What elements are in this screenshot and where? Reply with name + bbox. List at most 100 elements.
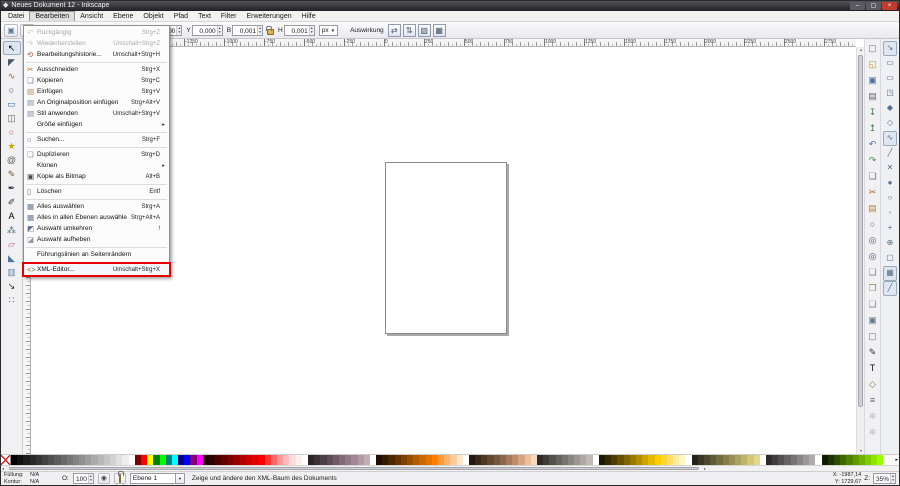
fill-stroke-indicator[interactable]: Füllung:N/A Kontur:N/A <box>4 472 58 485</box>
affect-gradient-button[interactable]: ▦ <box>433 24 446 37</box>
menu-item[interactable]: Führungslinien an Seitenrändern <box>24 249 169 260</box>
xml-editor-dialog-button[interactable]: ◇ <box>866 377 880 393</box>
cut-button[interactable]: ✂ <box>866 185 880 201</box>
connector-tool[interactable]: ∷ <box>3 293 21 307</box>
menu-item[interactable]: ◪ Auswahl aufheben <box>24 234 169 245</box>
group-objects-button[interactable]: ▣ <box>866 313 880 329</box>
redo-button[interactable]: ↷ <box>866 153 880 169</box>
snap-nodes-toggle[interactable]: ∿ <box>883 131 897 146</box>
zoom-page-button[interactable]: ◎ <box>866 249 880 265</box>
snap-paths-toggle[interactable]: ╱ <box>883 146 897 161</box>
menu-item[interactable]: ▤ Einfügen Strg+V <box>24 86 169 97</box>
bucket-tool[interactable]: ◣ <box>3 251 21 265</box>
preferences-button[interactable]: ✱ <box>866 409 880 425</box>
horizontal-scrollbar[interactable]: ◂ ▸ <box>1 465 899 471</box>
zoom-tool[interactable]: ○ <box>3 83 21 97</box>
palette-scroll-right-icon[interactable]: ▸ <box>895 458 898 463</box>
close-button[interactable]: × <box>882 2 897 10</box>
menu-item[interactable]: <> XML-Editor... Umschalt+Strg+X <box>24 264 169 275</box>
vertical-scroll-thumb[interactable] <box>858 55 863 407</box>
snap-rotation-centers-toggle[interactable]: ⊕ <box>883 236 897 251</box>
menu-item[interactable]: Größe einfügen ▸ <box>24 119 169 130</box>
menu-item[interactable]: ↷ Wiederherstellen Umschalt+Strg+Z <box>24 38 169 49</box>
menu-hilfe[interactable]: Hilfe <box>297 11 321 21</box>
scroll-right-icon[interactable]: ▸ <box>704 466 706 471</box>
menu-item[interactable]: Klonen ▸ <box>24 160 169 171</box>
snap-line-midpoints-toggle[interactable]: ◦ <box>883 206 897 221</box>
menu-objekt[interactable]: Objekt <box>138 11 168 21</box>
menu-item[interactable]: ✂ Ausschneiden Strg+X <box>24 64 169 75</box>
affect-scale-stroke-button[interactable]: ⇅ <box>403 24 416 37</box>
menu-filter[interactable]: Filter <box>216 11 242 21</box>
no-color-swatch[interactable] <box>1 455 11 465</box>
unlink-clone-button[interactable]: ❑ <box>866 297 880 313</box>
menu-pfad[interactable]: Pfad <box>169 11 193 21</box>
create-clone-button[interactable]: ❐ <box>866 281 880 297</box>
scroll-left-icon[interactable]: ◂ <box>2 466 4 471</box>
width-input[interactable]: 0,001▴▾ <box>232 25 263 36</box>
snap-bbox-corners-toggle[interactable]: ◳ <box>883 86 897 101</box>
paste-button[interactable]: ▤ <box>866 201 880 217</box>
snap-smooth-nodes-toggle[interactable]: ○ <box>883 191 897 206</box>
spray-tool[interactable]: ⁂ <box>3 223 21 237</box>
menu-erweiterungen[interactable]: Erweiterungen <box>241 11 296 21</box>
ungroup-objects-button[interactable]: ▢ <box>866 329 880 345</box>
pen-tool[interactable]: ✒ <box>3 181 21 195</box>
node-tool[interactable]: ◤ <box>3 55 21 69</box>
select-tool[interactable]: ↖ <box>3 41 21 55</box>
selection-toolbar-button-1[interactable]: ▣ <box>4 24 18 37</box>
snap-bbox-edges-toggle[interactable]: ▭ <box>883 71 897 86</box>
opacity-input[interactable]: 100▴▾ <box>73 473 94 484</box>
box3d-tool[interactable]: ◫ <box>3 111 21 125</box>
height-input[interactable]: 0,001▴▾ <box>284 25 315 36</box>
gradient-tool[interactable]: ▥ <box>3 265 21 279</box>
vertical-scrollbar[interactable]: ▴ ▾ <box>856 47 864 454</box>
dropper-tool[interactable]: ↘ <box>3 279 21 293</box>
print-document-button[interactable]: ▤ <box>866 89 880 105</box>
calligraphy-tool[interactable]: ✐ <box>3 195 21 209</box>
snap-bbox-edge-midpoints-toggle[interactable]: ◆ <box>883 101 897 116</box>
snap-object-centers-toggle[interactable]: + <box>883 221 897 236</box>
palette-swatch[interactable] <box>877 455 883 465</box>
menu-item[interactable]: ○ Suchen... Strg+F <box>24 134 169 145</box>
menu-item[interactable]: ▣ Kopie als Bitmap Alt+B <box>24 171 169 182</box>
menu-item[interactable]: ❏ Kopieren Strg+C <box>24 75 169 86</box>
enable-snapping-toggle[interactable]: ↘ <box>883 41 897 56</box>
spiral-tool[interactable]: @ <box>3 153 21 167</box>
snap-cusp-nodes-toggle[interactable]: ● <box>883 176 897 191</box>
menu-item[interactable]: ▤ An Originalposition einfügen Strg+Alt+… <box>24 97 169 108</box>
zoom-input[interactable]: 35%▴▾ <box>873 473 896 484</box>
layer-dropdown-icon[interactable]: ▾ <box>176 473 185 484</box>
menu-item[interactable]: ▯ Löschen Entf <box>24 186 169 197</box>
maximize-button[interactable]: ▢ <box>866 2 881 10</box>
menu-item[interactable]: ⟲ Bearbeitungshistorie... Umschalt+Strg+… <box>24 49 169 60</box>
layer-lock-toggle[interactable] <box>114 473 126 484</box>
ellipse-tool[interactable]: ○ <box>3 125 21 139</box>
pencil-tool[interactable]: ✎ <box>3 167 21 181</box>
menu-text[interactable]: Text <box>193 11 216 21</box>
aspect-lock-icon[interactable] <box>267 29 274 35</box>
import-image-button[interactable]: ↧ <box>866 105 880 121</box>
text-dialog-button[interactable]: T <box>866 361 880 377</box>
horizontal-scroll-thumb[interactable] <box>9 467 699 470</box>
menu-item[interactable]: ◩ Auswahl umkehren ! <box>24 223 169 234</box>
snap-guides-toggle[interactable]: ╱ <box>883 281 897 296</box>
snap-bbox-centers-toggle[interactable]: ◇ <box>883 116 897 131</box>
snap-path-intersections-toggle[interactable]: ✕ <box>883 161 897 176</box>
affect-corners-button[interactable]: ▧ <box>418 24 431 37</box>
duplicate-button[interactable]: ❏ <box>866 265 880 281</box>
save-document-button[interactable]: ▣ <box>866 73 880 89</box>
layer-visibility-toggle[interactable]: ◉ <box>98 473 110 484</box>
new-document-button[interactable]: ▢ <box>866 41 880 57</box>
eraser-tool[interactable]: ▱ <box>3 237 21 251</box>
document-properties-button[interactable]: ✱ <box>866 425 880 441</box>
snap-grids-toggle[interactable]: ▦ <box>883 266 897 281</box>
snap-page-border-toggle[interactable]: ▢ <box>883 251 897 266</box>
export-image-button[interactable]: ↥ <box>866 121 880 137</box>
zoom-drawing-button[interactable]: ◎ <box>866 233 880 249</box>
menu-bearbeiten[interactable]: Bearbeiten <box>29 11 75 21</box>
menu-item[interactable]: ▤ Stil anwenden Umschalt+Strg+V <box>24 108 169 119</box>
menu-item[interactable]: ▦ Alles auswählen Strg+A <box>24 201 169 212</box>
unit-select[interactable]: px▼ <box>319 25 338 36</box>
copy-button[interactable]: ❏ <box>866 169 880 185</box>
